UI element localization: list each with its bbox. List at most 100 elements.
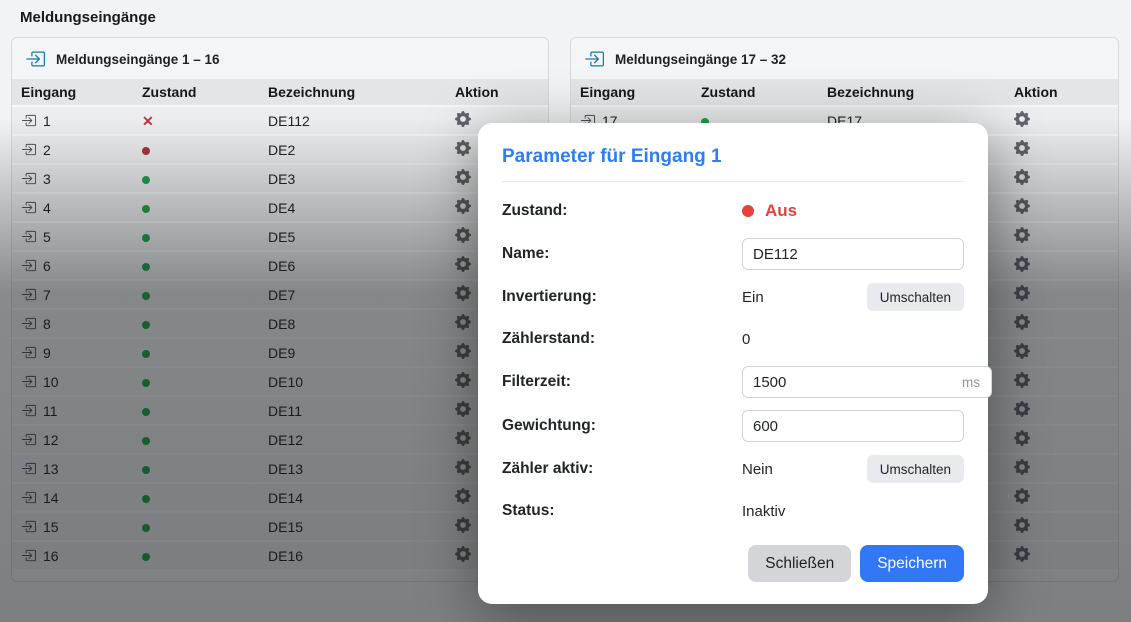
gear-icon[interactable] [1014, 517, 1030, 533]
gear-icon[interactable] [1014, 140, 1030, 156]
gear-icon[interactable] [455, 459, 471, 475]
invertierung-toggle-button[interactable]: Umschalten [867, 283, 964, 311]
gear-icon[interactable] [1014, 372, 1030, 388]
gear-icon[interactable] [455, 401, 471, 417]
gear-icon[interactable] [1014, 227, 1030, 243]
filterzeit-input[interactable] [743, 370, 962, 395]
gear-icon[interactable] [455, 372, 471, 388]
state-on-indicator [142, 553, 150, 561]
table-row: 4 DE4 [12, 193, 548, 222]
field-label: Invertierung: [502, 288, 742, 306]
gear-icon[interactable] [1014, 459, 1030, 475]
gear-icon[interactable] [1014, 198, 1030, 214]
gear-icon[interactable] [455, 111, 471, 127]
input-number: 8 [43, 316, 51, 332]
bezeichnung-cell: DE14 [259, 483, 446, 512]
input-arrow-icon [21, 548, 36, 563]
input-number: 12 [43, 432, 59, 448]
table-row: 2 DE2 [12, 135, 548, 164]
zaehler-aktiv-value: Nein [742, 461, 773, 478]
input-arrow-icon [21, 258, 36, 273]
close-button[interactable]: Schließen [748, 545, 851, 582]
gear-icon[interactable] [455, 430, 471, 446]
gear-icon[interactable] [455, 517, 471, 533]
gear-icon[interactable] [1014, 285, 1030, 301]
gear-icon[interactable] [1014, 401, 1030, 417]
field-gewichtung: Gewichtung: [502, 410, 964, 442]
table-row: 7 DE7 [12, 280, 548, 309]
field-label: Zählerstand: [502, 330, 742, 348]
gear-icon[interactable] [1014, 430, 1030, 446]
gear-icon[interactable] [455, 546, 471, 562]
page-title: Meldungseingänge [20, 9, 156, 26]
gear-icon[interactable] [455, 198, 471, 214]
gear-icon[interactable] [455, 488, 471, 504]
table-row: 16 DE16 [12, 541, 548, 570]
card-header: Meldungseingänge 1 – 16 [12, 38, 548, 79]
input-arrow-icon [21, 287, 36, 302]
state-on-indicator [142, 176, 150, 184]
state-on-indicator [142, 466, 150, 474]
gear-icon[interactable] [455, 140, 471, 156]
gear-icon[interactable] [1014, 488, 1030, 504]
col-eingang: Eingang [12, 79, 133, 106]
gear-icon[interactable] [455, 343, 471, 359]
input-arrow-icon [21, 490, 36, 505]
input-arrow-icon [21, 171, 36, 186]
gear-icon[interactable] [455, 227, 471, 243]
field-status: Status: Inaktiv [502, 496, 964, 526]
bezeichnung-cell: DE12 [259, 425, 446, 454]
gear-icon[interactable] [455, 285, 471, 301]
col-zustand: Zustand [133, 79, 259, 106]
save-button[interactable]: Speichern [860, 545, 964, 582]
table-row: 14 DE14 [12, 483, 548, 512]
input-number: 10 [43, 374, 59, 390]
bezeichnung-cell: DE4 [259, 193, 446, 222]
table-row: 9 DE9 [12, 338, 548, 367]
gear-icon[interactable] [1014, 343, 1030, 359]
col-eingang: Eingang [571, 79, 692, 106]
input-number: 13 [43, 461, 59, 477]
gear-icon[interactable] [1014, 314, 1030, 330]
zaehler-aktiv-toggle-button[interactable]: Umschalten [867, 455, 964, 483]
bezeichnung-cell: DE8 [259, 309, 446, 338]
field-name: Name: [502, 238, 964, 270]
state-on-indicator [142, 350, 150, 358]
state-dot-icon [742, 205, 754, 217]
gear-icon[interactable] [455, 256, 471, 272]
input-arrow-icon [21, 432, 36, 447]
state-on-indicator [142, 379, 150, 387]
name-input[interactable] [742, 238, 964, 270]
table-row: 15 DE15 [12, 512, 548, 541]
input-arrow-icon [21, 345, 36, 360]
input-number: 4 [43, 200, 51, 216]
field-label: Name: [502, 245, 742, 263]
gear-icon[interactable] [1014, 169, 1030, 185]
state-off-indicator [142, 147, 150, 155]
bezeichnung-cell: DE16 [259, 541, 446, 570]
field-label: Filterzeit: [502, 373, 742, 391]
filterzeit-unit: ms [962, 375, 991, 390]
gewichtung-input[interactable] [742, 410, 964, 442]
input-number: 11 [43, 403, 58, 419]
divider [502, 181, 964, 182]
state-error-indicator: ✕ [142, 113, 154, 129]
input-number: 15 [43, 519, 59, 535]
state-text: Aus [765, 201, 797, 221]
gear-icon[interactable] [455, 314, 471, 330]
table-row: 5 DE5 [12, 222, 548, 251]
status-value: Inaktiv [742, 503, 785, 520]
gear-icon[interactable] [1014, 111, 1030, 127]
col-bezeichnung: Bezeichnung [818, 79, 1005, 106]
state-on-indicator [142, 292, 150, 300]
col-aktion: Aktion [446, 79, 548, 106]
table-header-row: Eingang Zustand Bezeichnung Aktion [571, 79, 1118, 106]
box-arrow-in-icon [584, 49, 604, 69]
gear-icon[interactable] [1014, 546, 1030, 562]
field-label: Gewichtung: [502, 417, 742, 435]
field-zaehler-aktiv: Zähler aktiv: Nein Umschalten [502, 454, 964, 484]
input-arrow-icon [21, 461, 36, 476]
gear-icon[interactable] [1014, 256, 1030, 272]
card-title: Meldungseingänge 17 – 32 [615, 52, 786, 67]
gear-icon[interactable] [455, 169, 471, 185]
